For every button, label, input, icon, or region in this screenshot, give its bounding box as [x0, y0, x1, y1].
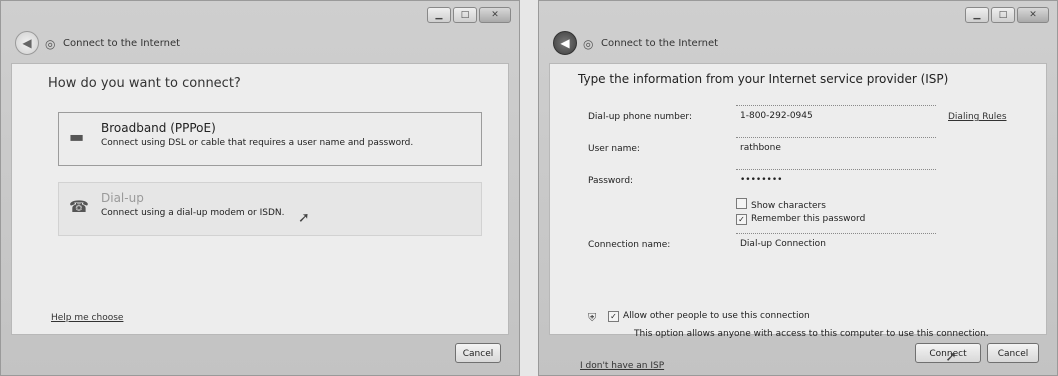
option-title: Broadband (PPPoE) [101, 121, 216, 135]
option-description: Connect using a dial-up modem or ISDN. [101, 208, 285, 218]
page-heading: Type the information from your Internet … [578, 72, 949, 86]
broadband-modem-icon: ▬ [69, 127, 85, 146]
mouse-pointer-icon: ➚ [298, 210, 310, 226]
remember-password-checkbox[interactable]: ✓ Remember this password [736, 214, 865, 225]
maximize-button[interactable]: □ [991, 7, 1015, 23]
password-label: Password: [588, 176, 634, 186]
title-bar[interactable]: ▁ □ ✕ ◀ ◎ Connect to the Internet [1, 1, 519, 55]
phone-label: Dial-up phone number: [588, 112, 692, 122]
back-button[interactable]: ◀ [15, 31, 39, 55]
option-dialup[interactable]: ☎ Dial-up Connect using a dial-up modem … [58, 182, 482, 236]
back-button[interactable]: ◀ [553, 31, 577, 55]
dialup-phone-icon: ☎ [69, 197, 89, 216]
option-title: Dial-up [101, 191, 144, 205]
close-button[interactable]: ✕ [479, 7, 511, 23]
content-panel: How do you want to connect? ▬ Broadband … [11, 63, 509, 335]
back-arrow-icon: ◀ [560, 36, 570, 50]
window-controls: ▁ □ ✕ [965, 7, 1049, 23]
allow-others-label: Allow other people to use this connectio… [623, 311, 810, 321]
window-title: Connect to the Internet [601, 38, 719, 49]
network-icon: ◎ [45, 37, 56, 51]
connection-name-field[interactable]: Dial-up Connection [736, 233, 936, 252]
title-bar[interactable]: ▁ □ ✕ ◀ ◎ Connect to the Internet [539, 1, 1057, 55]
minimize-button[interactable]: ▁ [965, 7, 989, 23]
cancel-button[interactable]: Cancel [455, 343, 501, 363]
connect-window-type-selection: ▁ □ ✕ ◀ ◎ Connect to the Internet How do… [0, 0, 520, 376]
remember-password-label: Remember this password [751, 214, 866, 224]
mouse-pointer-icon: ➚ [945, 349, 957, 365]
username-value: rathbone [740, 143, 781, 153]
footer: Connect Cancel ➚ [549, 337, 1047, 369]
username-label: User name: [588, 144, 640, 154]
checkbox-unchecked-icon [736, 198, 747, 209]
connection-name-value: Dial-up Connection [740, 239, 826, 249]
page-heading: How do you want to connect? [48, 76, 241, 91]
phone-number-value: 1-800-292-0945 [740, 111, 813, 121]
option-broadband[interactable]: ▬ Broadband (PPPoE) Connect using DSL or… [58, 112, 482, 166]
cancel-button[interactable]: Cancel [987, 343, 1039, 363]
network-icon: ◎ [583, 37, 594, 51]
back-arrow-icon: ◀ [22, 36, 32, 50]
allow-others-checkbox[interactable]: ✓ Allow other people to use this connecti… [608, 311, 810, 322]
help-me-choose-link[interactable]: Help me choose [51, 313, 123, 323]
connect-window-isp-info: ▁ □ ✕ ◀ ◎ Connect to the Internet Type t… [538, 0, 1058, 376]
password-value: •••••••• [740, 175, 783, 185]
checkmark-icon: ✓ [608, 311, 619, 322]
maximize-button[interactable]: □ [453, 7, 477, 23]
window-title: Connect to the Internet [63, 38, 181, 49]
password-field[interactable]: •••••••• [736, 169, 936, 188]
connection-name-label: Connection name: [588, 240, 671, 250]
show-characters-checkbox[interactable]: Show characters [736, 198, 826, 211]
phone-number-field[interactable]: 1-800-292-0945 [736, 105, 936, 124]
show-characters-label: Show characters [751, 201, 826, 211]
option-description: Connect using DSL or cable that requires… [101, 138, 414, 148]
window-controls: ▁ □ ✕ [427, 7, 511, 23]
username-field[interactable]: rathbone [736, 137, 936, 156]
minimize-button[interactable]: ▁ [427, 7, 451, 23]
dialing-rules-link[interactable]: Dialing Rules [948, 112, 1007, 122]
shield-icon: ⛨ [588, 311, 597, 324]
footer: Cancel [11, 337, 509, 369]
close-button[interactable]: ✕ [1017, 7, 1049, 23]
checkmark-icon: ✓ [736, 214, 747, 225]
content-panel: Type the information from your Internet … [549, 63, 1047, 371]
